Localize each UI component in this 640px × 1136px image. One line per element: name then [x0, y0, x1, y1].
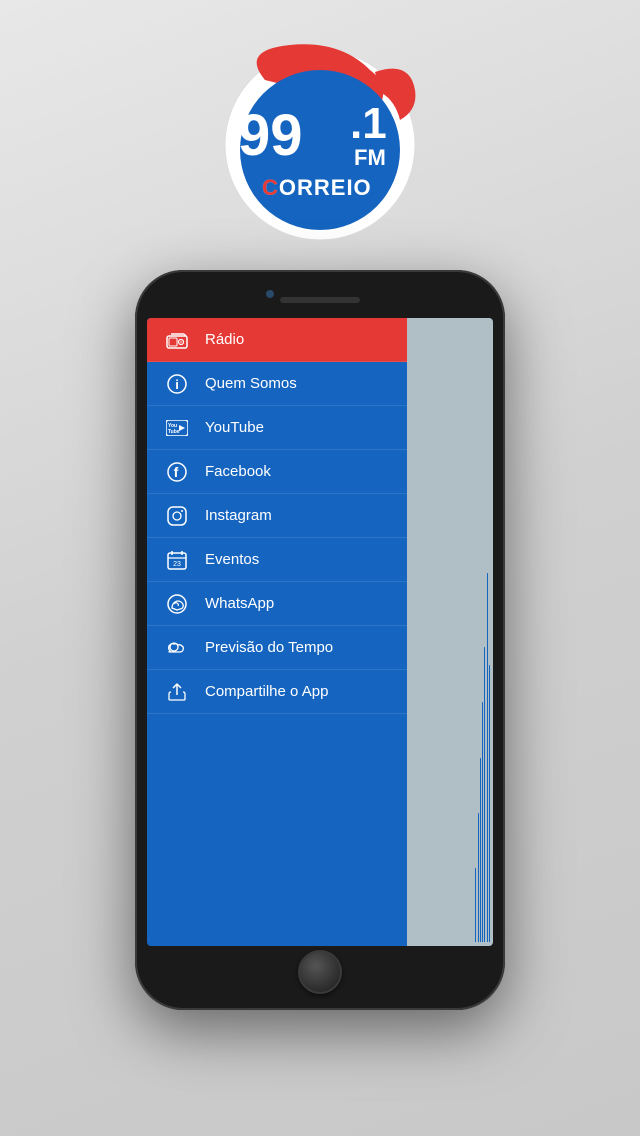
menu-item-instagram[interactable]: Instagram — [147, 494, 407, 538]
menu-label-eventos: Eventos — [205, 551, 259, 568]
instagram-icon — [163, 502, 191, 530]
menu-label-previsao: Previsão do Tempo — [205, 639, 333, 656]
svg-text:99: 99 — [238, 103, 303, 168]
svg-text:FM: FM — [354, 145, 386, 170]
app-logo: 99 .1 FM CORREIO C — [210, 30, 430, 250]
phone-camera — [266, 290, 274, 298]
phone-bottom — [147, 946, 493, 998]
phone-screen: R — [147, 318, 493, 946]
phone-top-bar — [147, 282, 493, 318]
svg-text:C: C — [262, 175, 279, 200]
weather-icon — [163, 634, 191, 662]
svg-text:23: 23 — [173, 561, 181, 568]
menu-item-eventos[interactable]: 23 Eventos — [147, 538, 407, 582]
svg-text:.1: .1 — [350, 99, 387, 148]
menu-label-compartilhe: Compartilhe o App — [205, 683, 328, 700]
menu-label-whatsapp: WhatsApp — [205, 595, 274, 612]
whatsapp-icon — [163, 590, 191, 618]
menu-item-whatsapp[interactable]: WhatsApp — [147, 582, 407, 626]
menu-label-instagram: Instagram — [205, 507, 272, 524]
chart-area — [471, 569, 493, 902]
phone-speaker — [280, 297, 360, 303]
menu-item-facebook[interactable]: f Facebook — [147, 483, 407, 494]
right-panel — [407, 483, 494, 902]
events-icon: 23 — [163, 546, 191, 574]
menu-item-previsao[interactable]: Previsão do Tempo — [147, 626, 407, 670]
menu-item-compartilhe[interactable]: Compartilhe o App — [147, 670, 407, 714]
physical-home-button[interactable] — [298, 950, 342, 994]
phone-frame: R — [135, 270, 505, 1010]
share-icon — [163, 678, 191, 706]
screen-main: Rádio i Quem Somos — [147, 483, 493, 902]
nav-drawer: Rádio i Quem Somos — [147, 483, 407, 902]
facebook-icon: f — [163, 483, 191, 486]
menu-list: Rádio i Quem Somos — [147, 483, 407, 714]
